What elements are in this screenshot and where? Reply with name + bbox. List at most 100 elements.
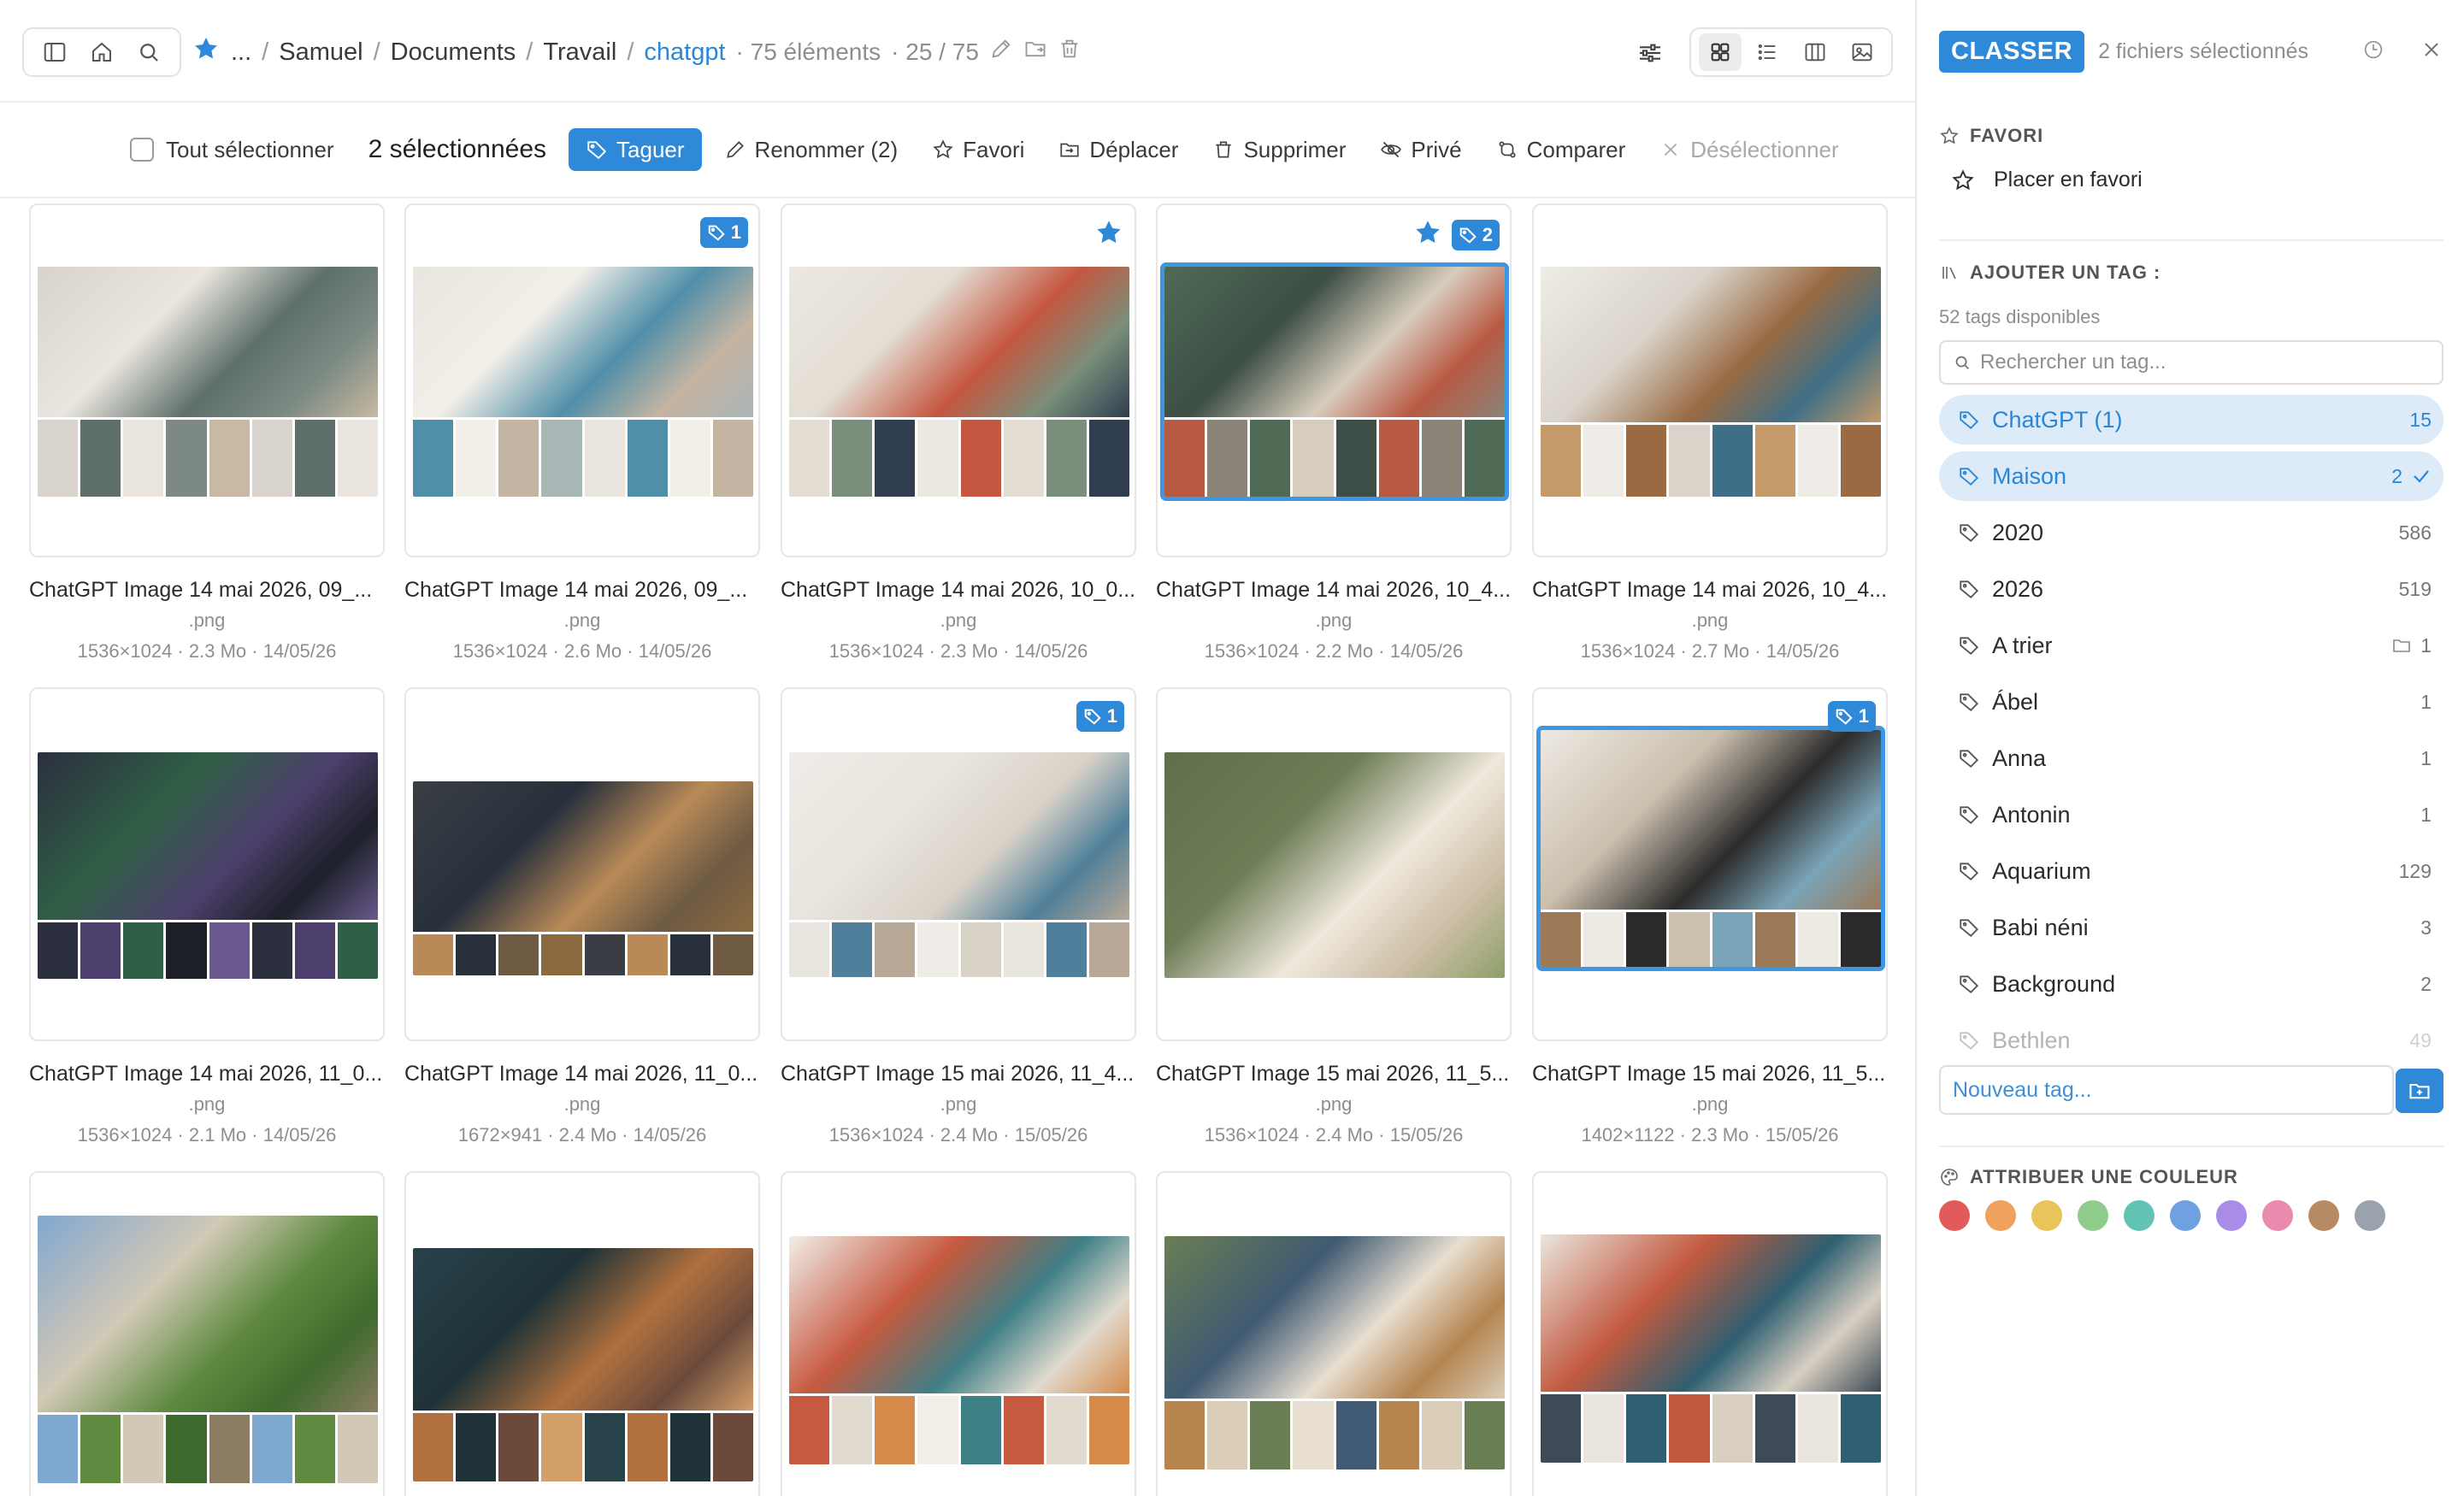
tag-item[interactable]: 2020 586 [1939, 508, 2443, 557]
breadcrumb-travail[interactable]: Travail [543, 38, 616, 67]
file-card[interactable]: 1 ChatGPT Image 15 mai 2026, 11_5... .png 1… [1532, 687, 1888, 1146]
favorite-star-icon [1093, 217, 1124, 252]
file-thumbnail[interactable] [404, 1171, 760, 1496]
file-thumbnail[interactable] [1532, 203, 1888, 557]
file-card[interactable] [404, 1171, 760, 1496]
close-panel-button[interactable] [2420, 38, 2443, 66]
compare-button[interactable]: Comparer [1496, 137, 1625, 163]
file-thumbnail[interactable]: 1 [404, 203, 760, 557]
tag-item[interactable]: Aquarium 129 [1939, 846, 2443, 896]
color-swatch[interactable] [1939, 1200, 1970, 1231]
file-card[interactable]: ChatGPT Image 14 mai 2026, 11_0... .png 15… [29, 687, 385, 1146]
view-gallery-button[interactable] [1841, 33, 1883, 71]
file-card[interactable]: ChatGPT Image 15 mai 2026, 11_5... .png 15… [1156, 687, 1512, 1146]
place-favorite-button[interactable]: Placer en favori [1951, 168, 2143, 192]
file-card[interactable] [29, 1171, 385, 1496]
tag-item[interactable]: Babi néni 3 [1939, 903, 2443, 952]
tag-item[interactable]: Antonin 1 [1939, 790, 2443, 839]
file-thumbnail[interactable] [29, 203, 385, 557]
private-button[interactable]: Privé [1380, 137, 1462, 163]
breadcrumb-documents[interactable]: Documents [391, 38, 516, 67]
thumbnail-detail-tile [1250, 420, 1291, 497]
thumbnail-image [38, 752, 378, 979]
file-thumbnail[interactable]: 1 [781, 687, 1136, 1041]
file-info: 1536×1024 · 2.3 Mo · 14/05/26 [828, 640, 1088, 662]
tag-item[interactable]: 2026 519 [1939, 564, 2443, 614]
file-card[interactable] [1532, 1171, 1888, 1496]
thumbnail-detail-tile [960, 420, 1001, 497]
tag-search-input[interactable] [1980, 350, 2425, 374]
file-thumbnail[interactable] [781, 1171, 1136, 1496]
tag-item[interactable]: Maison 2 [1939, 451, 2443, 501]
thumbnail-detail-tile [1088, 1396, 1129, 1464]
file-card[interactable]: ChatGPT Image 14 mai 2026, 10_0... .png 15… [781, 203, 1136, 663]
color-swatch[interactable] [2124, 1200, 2155, 1231]
select-all-label[interactable]: Tout sélectionner [166, 137, 334, 163]
view-list-button[interactable] [1746, 33, 1789, 71]
new-tag-input[interactable] [1953, 1077, 2380, 1103]
file-thumbnail[interactable]: 2 [1156, 203, 1512, 557]
file-card[interactable]: ChatGPT Image 14 mai 2026, 10_4... .png 15… [1532, 203, 1888, 663]
file-card[interactable]: 2 ChatGPT Image 14 mai 2026, 10_4... .png 1… [1156, 203, 1512, 663]
tag-item[interactable]: Anna 1 [1939, 733, 2443, 783]
sidebar-toggle-button[interactable] [38, 35, 72, 69]
file-thumbnail[interactable] [1156, 1171, 1512, 1496]
thumbnail-detail-tile [456, 1413, 497, 1481]
file-thumbnail[interactable] [404, 687, 760, 1041]
color-swatch[interactable] [2078, 1200, 2108, 1231]
delete-folder-button[interactable] [1058, 37, 1082, 68]
tag-item[interactable]: Bethlen 49 [1939, 1016, 2443, 1053]
move-button[interactable]: Déplacer [1058, 137, 1178, 163]
move-folder-button[interactable] [1023, 37, 1047, 68]
file-thumbnail[interactable]: 1 [1532, 687, 1888, 1041]
file-thumbnail[interactable] [781, 203, 1136, 557]
file-card[interactable] [1156, 1171, 1512, 1496]
view-columns-button[interactable] [1794, 33, 1836, 71]
color-swatch[interactable] [2031, 1200, 2062, 1231]
file-thumbnail[interactable] [1156, 687, 1512, 1041]
file-thumbnail[interactable] [29, 687, 385, 1041]
add-tag-button[interactable] [2396, 1069, 2443, 1113]
file-card[interactable]: ChatGPT Image 14 mai 2026, 09_... .png 153… [29, 203, 385, 663]
tag-count: 1 [1106, 705, 1117, 727]
thumbnail-detail-tile [1754, 1394, 1795, 1463]
tag-item[interactable]: Ábel 1 [1939, 677, 2443, 727]
history-button[interactable] [2361, 38, 2385, 66]
filter-button[interactable] [1631, 34, 1669, 72]
select-all-checkbox[interactable] [130, 138, 154, 162]
file-thumbnail[interactable] [1532, 1171, 1888, 1496]
file-card[interactable]: ChatGPT Image 14 mai 2026, 11_0... .png 16… [404, 687, 760, 1146]
color-swatch[interactable] [2216, 1200, 2247, 1231]
search-button[interactable] [132, 35, 166, 69]
tag-icon [1960, 693, 1979, 711]
home-button[interactable] [85, 35, 119, 69]
file-card[interactable] [781, 1171, 1136, 1496]
deselect-button[interactable]: Désélectionner [1659, 137, 1839, 163]
color-swatch[interactable] [2170, 1200, 2201, 1231]
view-grid-button[interactable] [1698, 33, 1742, 71]
tag-item[interactable]: Background 2 [1939, 959, 2443, 1009]
rename-button[interactable]: Renommer (2) [724, 137, 898, 163]
favorite-button[interactable]: Favori [932, 137, 1024, 163]
color-swatch[interactable] [2308, 1200, 2339, 1231]
favorite-folder-button[interactable] [192, 34, 221, 70]
color-swatch[interactable] [2355, 1200, 2385, 1231]
file-name: ChatGPT Image 14 mai 2026, 10_4... [1532, 578, 1888, 602]
delete-label: Supprimer [1243, 136, 1347, 162]
tag-count: 129 [2399, 860, 2432, 883]
file-card[interactable]: 1 ChatGPT Image 14 mai 2026, 09_... .png 15… [404, 203, 760, 663]
tag-item[interactable]: ChatGPT (1) 15 [1939, 395, 2443, 445]
color-swatch[interactable] [1985, 1200, 2016, 1231]
file-card[interactable]: 1 ChatGPT Image 15 mai 2026, 11_4... .png 1… [781, 687, 1136, 1146]
toolbar: ... / Samuel / Documents / Travail / cha… [0, 0, 1915, 103]
tag-item[interactable]: A trier 1 [1939, 621, 2443, 670]
delete-button[interactable]: Supprimer [1212, 137, 1346, 163]
breadcrumb-samuel[interactable]: Samuel [279, 38, 363, 67]
favorite-star-icon [1412, 217, 1443, 252]
file-thumbnail[interactable] [29, 1171, 385, 1496]
color-swatch[interactable] [2262, 1200, 2293, 1231]
rename-folder-button[interactable] [989, 37, 1013, 68]
file-info: 1402×1122 · 2.3 Mo · 15/05/26 [1581, 1124, 1839, 1146]
tag-button[interactable]: Taguer [569, 128, 702, 171]
breadcrumb-ellipsis[interactable]: ... [231, 38, 251, 67]
